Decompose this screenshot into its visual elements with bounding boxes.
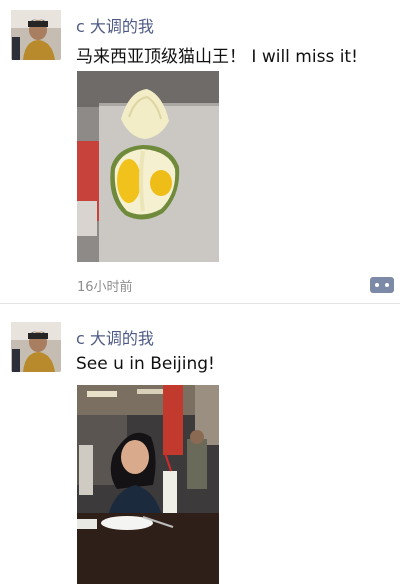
- avatar[interactable]: [11, 322, 61, 372]
- avatar[interactable]: [11, 10, 61, 60]
- moment-post: c 大调的我 马来西亚顶级猫山王！ I will miss it! 16小时前: [0, 0, 400, 300]
- author-name[interactable]: c 大调的我: [76, 325, 154, 349]
- post-time: 16小时前: [77, 280, 133, 295]
- post-divider: [0, 303, 400, 304]
- post-photo[interactable]: [77, 71, 219, 262]
- post-text: See u in Beijing!: [76, 354, 215, 374]
- post-photo[interactable]: [77, 385, 219, 584]
- author-name[interactable]: c 大调的我: [76, 13, 154, 37]
- comment-icon[interactable]: [370, 276, 394, 294]
- moment-post: c 大调的我 See u in Beijing!: [0, 310, 400, 584]
- post-text: 马来西亚顶级猫山王！ I will miss it!: [76, 47, 358, 67]
